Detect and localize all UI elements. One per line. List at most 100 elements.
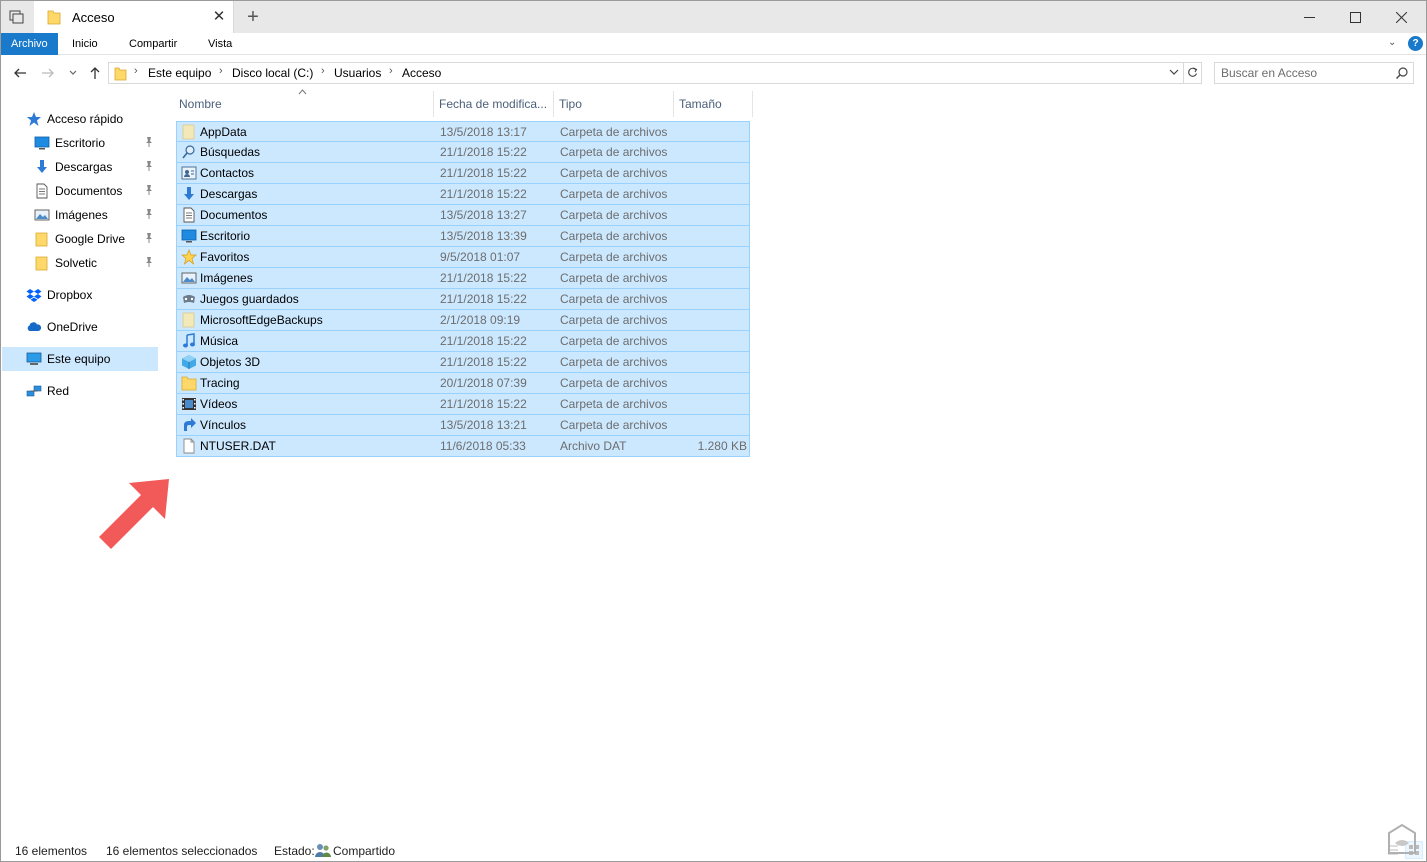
- file-row[interactable]: Búsquedas 21/1/2018 15:22 Carpeta de archi…: [176, 142, 750, 163]
- window-tab[interactable]: Acceso ✕: [34, 1, 234, 33]
- file-row[interactable]: Escritorio 13/5/2018 13:39 Carpeta de arch…: [176, 226, 750, 247]
- breadcrumb-disco-local[interactable]: Disco local (C:): [232, 66, 313, 80]
- column-header-tamano[interactable]: Tamaño: [674, 91, 752, 117]
- sidebar-item-red[interactable]: Red: [2, 379, 158, 403]
- file-name: Vínculos: [200, 418, 247, 432]
- status-bar: 16 elementos 16 elementos seleccionados …: [1, 839, 1426, 861]
- search-folder-icon: [182, 145, 195, 159]
- sidebar-item-label: Descargas: [55, 160, 113, 174]
- breadcrumb-acceso[interactable]: Acceso: [402, 66, 441, 80]
- file-row[interactable]: Favoritos 9/5/2018 01:07 Carpeta de archiv…: [176, 247, 750, 268]
- file-row[interactable]: Vínculos 13/5/2018 13:21 Carpeta de archiv…: [176, 415, 750, 436]
- close-window-button[interactable]: [1378, 1, 1424, 33]
- tab-archivo[interactable]: Archivo: [1, 33, 58, 55]
- close-tab-button[interactable]: ✕: [210, 8, 228, 26]
- title-bar: Acceso ✕ +: [1, 1, 1426, 33]
- sidebar-item-escritorio[interactable]: Escritorio: [2, 131, 158, 155]
- file-row[interactable]: Documentos 13/5/2018 13:27 Carpeta de arch…: [176, 205, 750, 226]
- file-type: Carpeta de archivos: [560, 145, 668, 159]
- link-icon: [184, 418, 196, 431]
- file-type: Carpeta de archivos: [560, 250, 668, 264]
- file-row[interactable]: Objetos 3D 21/1/2018 15:22 Carpeta de arch…: [176, 352, 750, 373]
- file-row[interactable]: Juegos guardados 21/1/2018 15:22 Carpeta d…: [176, 289, 750, 310]
- file-type: Carpeta de archivos: [560, 418, 668, 432]
- up-button[interactable]: [86, 63, 104, 83]
- new-tab-button[interactable]: +: [243, 7, 263, 27]
- forward-button[interactable]: [39, 63, 57, 83]
- download-icon: [184, 187, 194, 200]
- pin-icon: [144, 136, 154, 148]
- breadcrumb-separator-icon[interactable]: ›: [389, 65, 393, 77]
- objects-3d-icon: [182, 355, 196, 369]
- file-type: Archivo DAT: [560, 439, 627, 453]
- maximize-button[interactable]: [1332, 1, 1378, 33]
- column-label: Fecha de modifica...: [439, 97, 548, 111]
- tab-vista[interactable]: Vista: [198, 33, 242, 55]
- watermark-logo-icon: [1379, 819, 1425, 861]
- tab-title: Acceso: [72, 10, 115, 25]
- file-row[interactable]: MicrosoftEdgeBackups 2/1/2018 09:19 Carpet…: [176, 310, 750, 331]
- breadcrumb-este-equipo[interactable]: Este equipo: [148, 66, 211, 80]
- arrow-up-icon: [90, 67, 100, 79]
- sidebar-item-dropbox[interactable]: Dropbox: [2, 283, 158, 307]
- sidebar-item-google-drive[interactable]: Google Drive: [2, 227, 158, 251]
- explorer-window: Acceso ✕ + Archivo Inicio Compartir Vist…: [0, 0, 1427, 862]
- sidebar-item-documentos[interactable]: Documentos: [2, 179, 158, 203]
- address-bar[interactable]: › Este equipo › Disco local (C:) › Usuar…: [108, 62, 1184, 84]
- sidebar-item-label: Solvetic: [55, 256, 98, 270]
- file-row[interactable]: Música 21/1/2018 15:22 Carpeta de archivos: [176, 331, 750, 352]
- refresh-button[interactable]: [1184, 62, 1202, 84]
- file-type: Carpeta de archivos: [560, 397, 668, 411]
- search-input[interactable]: [1221, 66, 1391, 80]
- file-row[interactable]: Descargas 21/1/2018 15:22 Carpeta de archi…: [176, 184, 750, 205]
- sidebar-item-label: Imágenes: [55, 208, 108, 222]
- sidebar-item-onedrive[interactable]: OneDrive: [2, 315, 158, 339]
- column-header-tipo[interactable]: Tipo: [554, 91, 672, 117]
- maximize-icon: [1349, 11, 1361, 23]
- navigation-bar: › Este equipo › Disco local (C:) › Usuar…: [1, 56, 1426, 91]
- pin-icon: [144, 184, 154, 196]
- sidebar-item-acceso-rapido[interactable]: Acceso rápido: [2, 107, 158, 131]
- file-date-modified: 21/1/2018 15:22: [440, 292, 527, 306]
- file-type: Carpeta de archivos: [560, 125, 668, 139]
- breadcrumb-usuarios[interactable]: Usuarios: [334, 66, 381, 80]
- file-row[interactable]: Vídeos 21/1/2018 15:22 Carpeta de archivos: [176, 394, 750, 415]
- back-button[interactable]: [11, 63, 29, 83]
- search-box[interactable]: [1214, 62, 1414, 84]
- minimize-button[interactable]: [1286, 1, 1332, 33]
- tab-inicio[interactable]: Inicio: [62, 33, 108, 55]
- file-row[interactable]: NTUSER.DAT 11/6/2018 05:33 Archivo DAT 1.28…: [176, 436, 750, 457]
- minimize-icon: [1303, 16, 1315, 18]
- sidebar-item-label: Escritorio: [55, 136, 106, 150]
- file-row[interactable]: AppData 13/5/2018 13:17 Carpeta de archivo…: [176, 121, 750, 142]
- search-icon[interactable]: [1395, 66, 1409, 80]
- file-row[interactable]: Tracing 20/1/2018 07:39 Carpeta de archivo…: [176, 373, 750, 394]
- tab-compartir[interactable]: Compartir: [119, 33, 187, 55]
- breadcrumb-separator-icon[interactable]: ›: [321, 65, 325, 77]
- pin-icon: [144, 256, 154, 268]
- file-type: Carpeta de archivos: [560, 292, 668, 306]
- column-header-nombre[interactable]: Nombre: [176, 89, 432, 117]
- sidebar-item-imagenes[interactable]: Imágenes: [2, 203, 158, 227]
- file-date-modified: 21/1/2018 15:22: [440, 397, 527, 411]
- file-row[interactable]: Contactos 21/1/2018 15:22 Carpeta de archi…: [176, 163, 750, 184]
- sidebar-item-descargas[interactable]: Descargas: [2, 155, 158, 179]
- recent-locations-button[interactable]: [64, 63, 82, 83]
- sidebar-item-este-equipo[interactable]: Este equipo: [2, 347, 158, 371]
- file-name: Documentos: [200, 208, 268, 222]
- breadcrumb-separator-icon[interactable]: ›: [219, 65, 223, 77]
- expand-ribbon-icon[interactable]: ⌄: [1388, 37, 1396, 48]
- task-view-icon[interactable]: [9, 10, 25, 24]
- file-row[interactable]: Imágenes 21/1/2018 15:22 Carpeta de archiv…: [176, 268, 750, 289]
- pin-icon: [144, 232, 154, 244]
- column-header-fecha[interactable]: Fecha de modifica...: [434, 91, 552, 117]
- file-date-modified: 21/1/2018 15:22: [440, 166, 527, 180]
- pin-icon: [144, 208, 154, 220]
- ribbon-tabs: Archivo Inicio Compartir Vista ⌄ ?: [1, 33, 1426, 55]
- column-divider[interactable]: [752, 91, 753, 117]
- address-dropdown-icon[interactable]: [1169, 65, 1179, 79]
- help-button[interactable]: ?: [1408, 36, 1423, 51]
- sidebar-item-label: Red: [47, 384, 70, 398]
- breadcrumb-separator-icon[interactable]: ›: [134, 65, 138, 77]
- sidebar-item-solvetic[interactable]: Solvetic: [2, 251, 158, 275]
